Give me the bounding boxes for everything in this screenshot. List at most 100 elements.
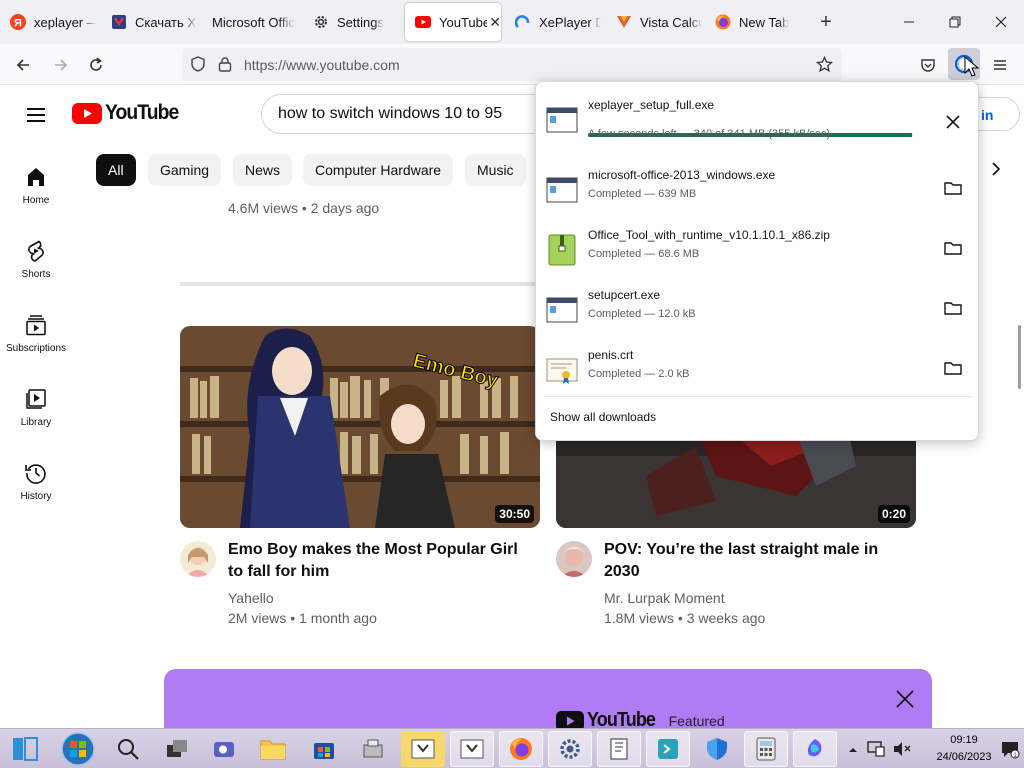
tab-microsoft-office[interactable]: Microsoft Offic <box>202 3 298 41</box>
clock-date[interactable]: 24/06/2023 <box>934 751 994 763</box>
chips-next-button[interactable] <box>986 159 1006 179</box>
tab-xeplayer-download[interactable]: XePlayer Di <box>505 3 601 41</box>
download-status: Completed — 639 MB <box>588 188 697 200</box>
file-explorer-button[interactable] <box>251 731 295 767</box>
lock-icon[interactable] <box>218 56 232 77</box>
copilot-taskbar-button[interactable] <box>793 731 837 767</box>
forward-button[interactable] <box>46 50 76 80</box>
sidebar-item-home[interactable]: Home <box>0 163 72 233</box>
display-icon[interactable] <box>866 739 886 764</box>
channel-name[interactable]: Mr. Lurpak Moment <box>604 590 725 606</box>
clock-time[interactable]: 09:19 <box>934 734 994 746</box>
download-item[interactable]: Office_Tool_with_runtime_v10.1.10.1_x86.… <box>536 228 980 288</box>
show-in-folder-button[interactable] <box>941 236 965 260</box>
tab-strip: Я xeplayer — Скачать Xe Microsoft Offic … <box>0 0 1024 44</box>
pocket-button[interactable] <box>913 50 943 80</box>
volume-muted-icon[interactable] <box>892 739 912 764</box>
meet-button[interactable] <box>202 731 246 767</box>
microsoft-store-button[interactable] <box>302 731 346 767</box>
tab-skachat[interactable]: Скачать Xe <box>101 3 197 41</box>
sidebar-item-shorts[interactable]: Shorts <box>0 237 72 307</box>
firefox-taskbar-button[interactable] <box>499 731 543 767</box>
app-menu-button[interactable] <box>985 50 1015 80</box>
setup-app-button[interactable] <box>352 731 396 767</box>
bookmark-star-icon[interactable] <box>815 55 834 78</box>
new-tab-button[interactable]: + <box>812 8 840 36</box>
running-app-button[interactable] <box>401 731 445 767</box>
tab-new-tab[interactable]: New Tab <box>705 3 805 41</box>
youtube-search-input[interactable]: how to switch windows 10 to 95 <box>261 94 561 134</box>
calculator-taskbar-button[interactable] <box>744 731 788 767</box>
close-window-button[interactable] <box>978 0 1024 44</box>
chip-all[interactable]: All <box>96 154 136 186</box>
anime-thumbnail-image <box>180 326 540 528</box>
chip-gaming[interactable]: Gaming <box>148 154 222 186</box>
restore-button[interactable] <box>932 0 978 44</box>
chip-computer-hardware[interactable]: Computer Hardware <box>303 154 454 186</box>
start-button[interactable] <box>56 731 100 767</box>
download-item[interactable]: penis.crt Completed — 2.0 kB <box>536 348 980 408</box>
video-thumbnail[interactable]: Emo Boy 30:50 <box>180 326 540 528</box>
show-in-folder-button[interactable] <box>941 356 965 380</box>
video-title[interactable]: POV: You’re the last straight male in 20… <box>604 539 904 583</box>
tab-label: New Tab <box>739 14 790 30</box>
tray-overflow-chevron-icon[interactable] <box>848 742 858 760</box>
tab-settings[interactable]: Settings <box>303 3 399 41</box>
taskview-button[interactable] <box>3 731 47 767</box>
downloads-panel: xeplayer_setup_full.exe A few seconds le… <box>535 81 979 441</box>
app-taskbar-button[interactable] <box>597 731 641 767</box>
sidebar-item-history[interactable]: History <box>0 459 72 529</box>
page-scrollbar[interactable] <box>1018 325 1021 389</box>
app-taskbar-button[interactable] <box>646 731 690 767</box>
firefox-icon <box>510 738 532 760</box>
close-tab-icon[interactable]: ✕ <box>489 14 501 31</box>
cancel-download-button[interactable] <box>941 110 965 134</box>
tracking-protection-icon[interactable] <box>190 56 206 77</box>
vista-icon <box>616 14 632 30</box>
task-view-button[interactable] <box>155 731 199 767</box>
youtube-play-logo-icon <box>72 102 102 124</box>
chip-news[interactable]: News <box>233 154 293 186</box>
minimize-button[interactable] <box>886 0 932 44</box>
promo-close-button[interactable] <box>893 687 917 711</box>
video-title[interactable]: Emo Boy makes the Most Popular Girl to f… <box>228 539 528 583</box>
promo-featured-label: Featured <box>668 712 725 729</box>
windows-orb-icon <box>61 732 95 766</box>
show-in-folder-button[interactable] <box>941 176 965 200</box>
video-duration: 0:20 <box>877 505 910 523</box>
hamburger-menu-icon <box>994 60 1006 70</box>
library-icon <box>26 389 46 409</box>
close-icon <box>896 690 914 708</box>
download-item[interactable]: microsoft-office-2013_windows.exe Comple… <box>536 168 980 228</box>
featured-promo-banner[interactable]: YouTube Featured <box>164 669 932 728</box>
tab-xeplayer[interactable]: Я xeplayer — <box>0 3 96 41</box>
settings-taskbar-button[interactable] <box>548 731 592 767</box>
sidebar-item-library[interactable]: Library <box>0 385 72 455</box>
tab-label: XePlayer Di <box>539 14 601 30</box>
chip-music[interactable]: Music <box>465 154 526 186</box>
reload-button[interactable] <box>81 50 111 80</box>
store-icon <box>314 743 334 759</box>
download-filename: microsoft-office-2013_windows.exe <box>588 168 776 182</box>
show-in-folder-button[interactable] <box>941 296 965 320</box>
channel-name[interactable]: Yahello <box>228 590 274 606</box>
tab-label: Microsoft Offic <box>212 14 295 30</box>
youtube-logo[interactable]: YouTube <box>72 101 185 125</box>
video-card[interactable]: Emo Boy 30:50 Emo Boy makes the Most Pop… <box>180 326 540 626</box>
channel-avatar[interactable] <box>180 541 216 577</box>
download-filename: penis.crt <box>588 348 634 362</box>
promo-logo-text: YouTube <box>587 709 656 728</box>
show-all-downloads-button[interactable]: Show all downloads <box>550 410 656 424</box>
security-button[interactable] <box>695 731 739 767</box>
running-app-button[interactable] <box>450 731 494 767</box>
sidebar-item-subscriptions[interactable]: Subscriptions <box>0 311 72 381</box>
download-item[interactable]: xeplayer_setup_full.exe A few seconds le… <box>536 98 980 158</box>
address-bar[interactable]: https://www.youtube.com <box>182 48 842 81</box>
channel-avatar[interactable] <box>556 541 592 577</box>
download-item[interactable]: setupcert.exe Completed — 12.0 kB <box>536 288 980 348</box>
tab-vista-calculator[interactable]: Vista Calcu <box>606 3 702 41</box>
search-button[interactable] <box>106 731 150 767</box>
tab-youtube[interactable]: YouTube ✕ <box>405 3 501 41</box>
notification-icon[interactable]: 1 <box>1000 739 1020 764</box>
back-button[interactable] <box>8 50 38 80</box>
